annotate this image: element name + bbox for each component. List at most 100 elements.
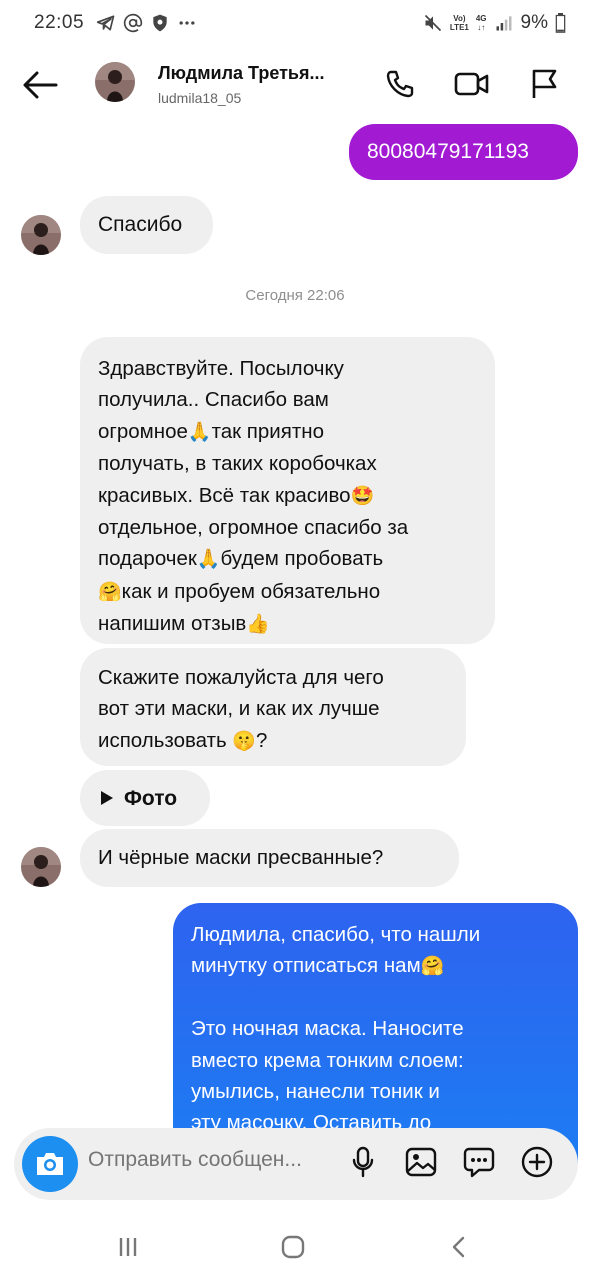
flag-icon [532,69,557,98]
incoming-message-question[interactable]: Скажите пожалуйста для чего вот эти маск… [80,648,466,766]
message-line: Людмила, спасибо, что нашли [191,923,481,946]
mute-icon [424,14,441,32]
outgoing-message-phone[interactable]: 80080479171193 [349,124,578,180]
report-button[interactable] [526,66,562,102]
photo-label: Фото [124,786,178,810]
message-line: красивых. Всё так красиво🤩 [98,480,477,512]
message-text: 80080479171193 [367,140,529,163]
message-text: минутку отписаться нам [191,954,421,978]
home-button[interactable] [278,1232,308,1262]
volte-top: Vo) [453,14,466,23]
phone-icon [386,70,414,98]
message-composer [14,1128,578,1200]
message-text: огромное [98,419,188,443]
network-type-label: 4G [475,14,487,23]
message-text: красивых. Всё так красиво [98,483,351,507]
battery-percent: 9% [520,12,548,33]
message-line: напишим отзыв👍 [98,608,477,640]
message-line: использовать 🤫? [98,725,448,757]
hug-emoji-icon: 🤗 [98,581,122,603]
system-nav-bar [0,1210,590,1280]
back-button[interactable] [22,70,58,100]
avatar-image [21,215,61,255]
add-button[interactable] [520,1145,554,1179]
message-line: вместо крема тонким слоем: [191,1048,464,1072]
telegram-icon [96,15,115,31]
message-text: как и пробуем обязательно [121,579,381,603]
star-eyes-emoji-icon: 🤩 [350,485,375,507]
voice-call-button[interactable] [382,66,418,102]
status-notification-icons [96,13,197,33]
gallery-button[interactable] [404,1145,438,1179]
contact-name[interactable]: Людмила Третья... [158,63,348,84]
header-actions [382,66,562,102]
message-line: умылись, нанесли тоник и [191,1079,440,1103]
video-icon [454,72,489,96]
photo-attachment[interactable]: Фото [80,770,210,826]
message-line: Здравствуйте. Посылочку [98,357,344,380]
message-text: так приятно [211,419,324,443]
data-arrows-icon: ↓↑ [477,23,486,32]
voice-message-button[interactable] [346,1145,380,1179]
message-line: Скажите пожалуйста для чего [98,666,384,689]
message-text: использовать [98,728,233,752]
shush-emoji-icon: 🤫 [232,730,257,752]
composer-actions [346,1145,554,1179]
message-text: напишим отзыв [98,612,247,636]
back-nav-button[interactable] [444,1232,474,1262]
message-text: будем пробовать [220,547,384,571]
shield-icon [153,14,167,32]
message-line: получила.. Спасибо вам [98,388,329,412]
sender-avatar[interactable] [21,215,61,255]
avatar-image [21,847,61,887]
message-timestamp: Сегодня 22:06 [245,287,345,304]
incoming-message-black-masks[interactable]: И чёрные маски пресванные? [80,829,459,887]
status-left: 22:05 [34,12,197,34]
outgoing-message-reply[interactable]: Людмила, спасибо, что нашли минутку отпи… [173,903,578,1163]
home-icon [281,1235,305,1259]
message-text: ? [256,728,268,752]
message-line: получать, в таких коробочках [98,452,377,476]
pray-emoji-icon: 🙏 [196,549,221,571]
more-dots-icon [179,21,195,25]
network-type: 4G ↓↑ [476,14,487,32]
incoming-message-long[interactable]: Здравствуйте. Посылочку получила.. Спаси… [80,337,495,644]
status-right: Vo) LTE1 4G ↓↑ 9% [423,12,566,34]
camera-icon [37,1153,63,1175]
volte-indicator: Vo) LTE1 [450,14,469,32]
message-input[interactable] [88,1148,344,1172]
message-line: подарочек🙏будем пробовать [98,543,477,575]
signal-icon [496,16,512,31]
message-line: отдельное, огромное спасибо за [98,516,409,540]
thumbs-up-emoji-icon: 👍 [246,614,270,636]
camera-button[interactable] [22,1136,78,1192]
volte-bottom: LTE1 [449,23,469,32]
microphone-icon [352,1146,374,1178]
recents-button[interactable] [113,1232,143,1262]
message-line: Это ночная маска. Наносите [191,1017,464,1041]
message-line: минутку отписаться нам🤗 [191,950,560,982]
back-arrow-icon [23,71,58,99]
video-call-button[interactable] [454,66,490,102]
message-text: И чёрные маски пресванные? [98,846,384,869]
sticker-button[interactable] [462,1145,496,1179]
recents-icon [119,1238,137,1256]
avatar-image [95,62,135,102]
contact-handle[interactable]: ludmila18_05 [158,90,241,106]
message-text: подарочек [98,547,197,571]
at-sign-icon [123,13,143,33]
battery-icon [555,13,566,33]
message-line: вот эти маски, и как их лучше [98,697,380,721]
contact-avatar[interactable] [95,62,135,102]
sender-avatar[interactable] [21,847,61,887]
message-line: 🤗как и пробуем обязательно [98,576,477,608]
status-bar: 22:05 Vo) LTE1 4G ↓↑ 9% [0,0,590,46]
play-icon [101,791,113,805]
image-icon [405,1147,437,1177]
incoming-message-thanks[interactable]: Спасибо [80,196,213,254]
pray-emoji-icon: 🙏 [187,421,212,443]
hug-emoji-icon: 🤗 [420,956,445,978]
status-time: 22:05 [34,12,85,33]
message-text: Спасибо [98,213,183,236]
